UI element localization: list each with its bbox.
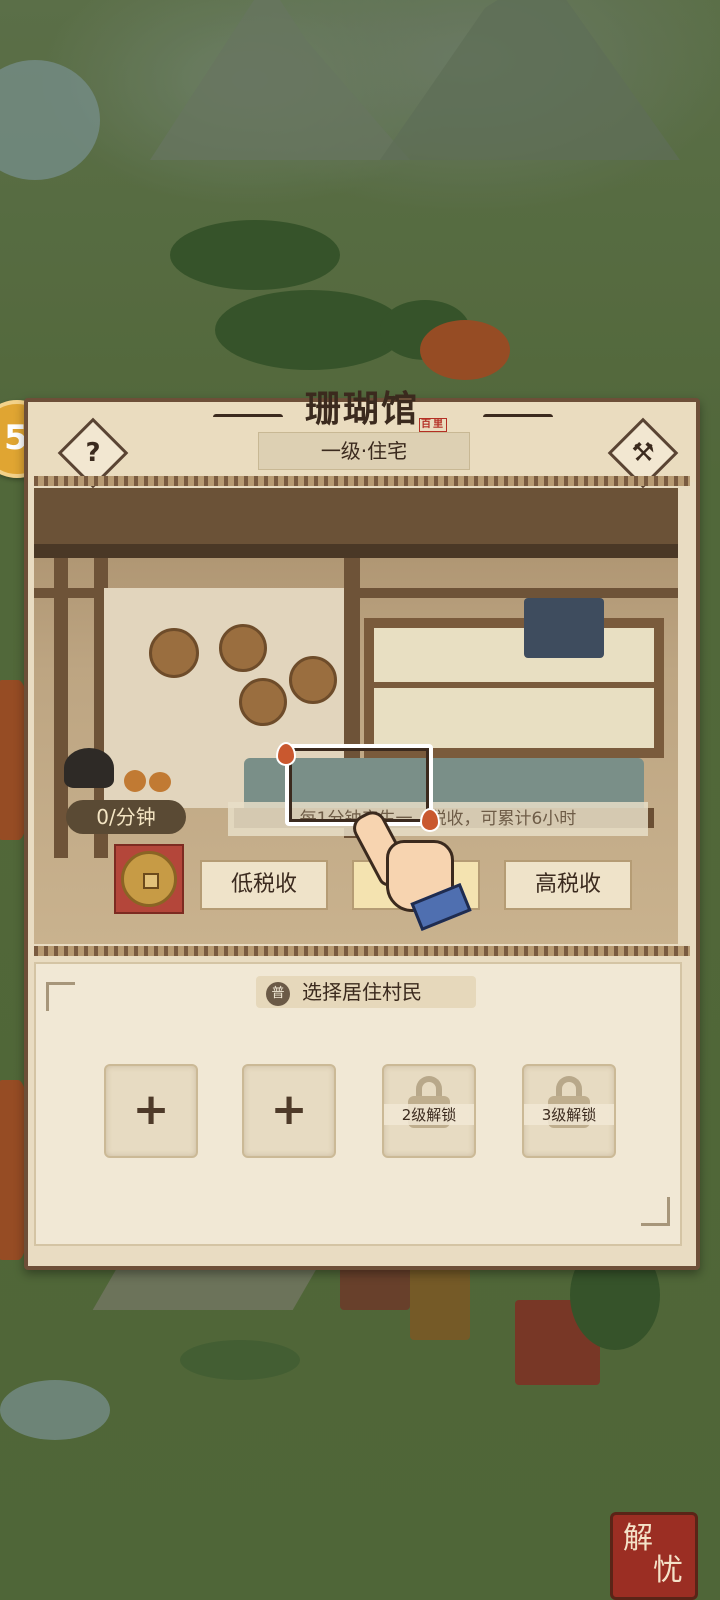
tutorial-pointing-hand-icon: [348, 806, 472, 932]
resident-slot-3-locked[interactable]: 2级解锁: [382, 1064, 476, 1158]
badge-char-1: 解: [623, 1521, 653, 1556]
add-icon: +: [270, 1084, 308, 1135]
unlock-label: 2级解锁: [384, 1104, 474, 1125]
high-tax-button[interactable]: 高税收: [504, 860, 632, 910]
badge-char-2: 忧: [653, 1553, 683, 1588]
pumpkin: [149, 772, 171, 792]
hanging-basket: [149, 628, 199, 678]
corner-ornament: [641, 1197, 670, 1226]
resident-header-label: 选择居住村民: [302, 980, 422, 1004]
low-tax-button[interactable]: 低税收: [200, 860, 328, 910]
copper-coin-icon: [121, 851, 177, 907]
resident-slot-1[interactable]: +: [104, 1064, 198, 1158]
title-seal: 百里: [419, 418, 447, 432]
lattice-window: [364, 618, 664, 758]
hanging-basket: [239, 678, 287, 726]
cooking-pot: [64, 748, 114, 788]
tax-rate-pill: 0/分钟: [66, 800, 186, 834]
resident-slot-2[interactable]: +: [242, 1064, 336, 1158]
decorative-rail: [34, 476, 690, 486]
hanging-basket: [219, 624, 267, 672]
unlock-label: 3级解锁: [524, 1104, 614, 1125]
pumpkin: [124, 770, 146, 792]
flame-icon: [276, 742, 296, 766]
hanging-basket: [289, 656, 337, 704]
resident-header: 普选择居住村民: [256, 976, 476, 1008]
villager-grade-icon: 普: [266, 981, 290, 1006]
corner-ornament: [46, 982, 75, 1011]
title-wrap: 珊瑚馆 百里: [28, 380, 696, 440]
decorative-rail: [34, 946, 690, 956]
roof: [34, 488, 678, 558]
hanging-cloth: [524, 598, 604, 658]
building-name: 珊瑚馆: [304, 388, 419, 430]
building-level: 一级·住宅: [258, 432, 470, 470]
tax-coin-box[interactable]: [114, 844, 184, 914]
resident-section: 普选择居住村民 + + 2级解锁 3级解锁: [34, 962, 682, 1246]
hammer-icon: ⚒: [631, 438, 655, 468]
resident-slot-4-locked[interactable]: 3级解锁: [522, 1064, 616, 1158]
jieyou-badge[interactable]: 解 忧: [610, 1512, 698, 1600]
question-icon: ?: [85, 438, 101, 468]
add-icon: +: [132, 1084, 170, 1135]
building-title: 珊瑚馆 百里: [265, 380, 459, 432]
